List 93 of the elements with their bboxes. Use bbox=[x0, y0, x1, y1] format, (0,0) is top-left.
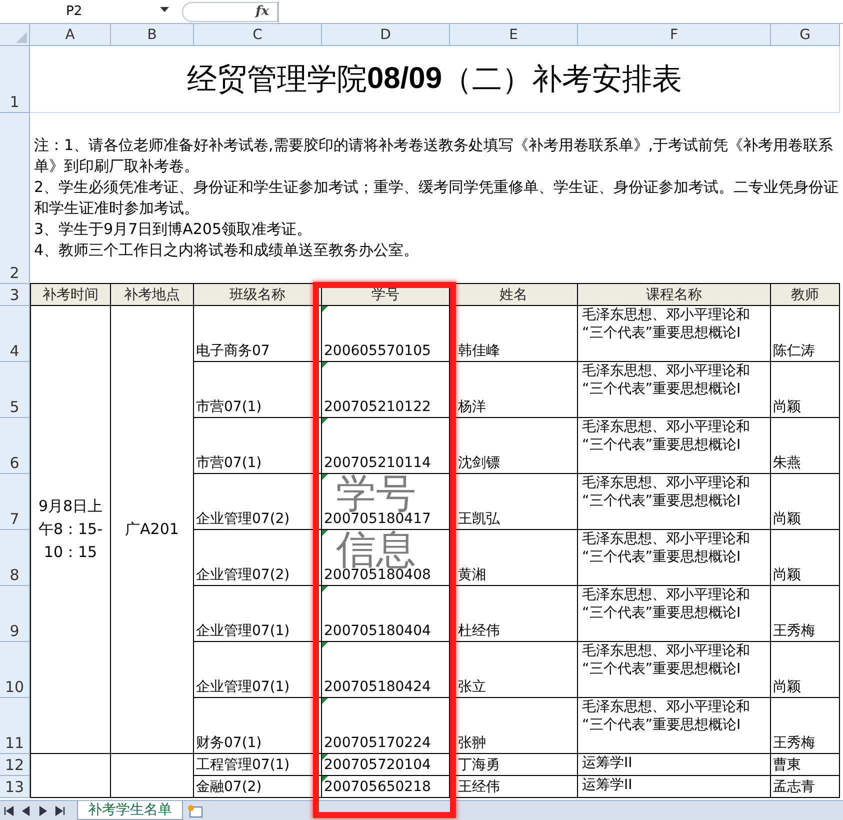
table-cell-text: 王经伟 bbox=[458, 778, 501, 796]
table-cell-text: 200705180408 bbox=[324, 567, 432, 584]
column-header[interactable]: A bbox=[30, 24, 111, 46]
table-cell-text: 曹東 bbox=[773, 756, 802, 774]
table-cell-text: 王秀梅 bbox=[773, 734, 816, 752]
table-cell-text: 黄湘 bbox=[458, 566, 487, 584]
column-header[interactable]: B bbox=[111, 24, 194, 46]
table-cell: 毛泽东思想、邓小平理论和“三个代表”重要思想概论Ⅰ bbox=[582, 418, 750, 454]
table-cell-text: 200705210114 bbox=[324, 454, 432, 472]
table-cell-text: 工程管理07(1) bbox=[196, 756, 291, 774]
table-cell-text: 沈剑镖 bbox=[458, 454, 501, 472]
table-cell: 毛泽东思想、邓小平理论和“三个代表”重要思想概论Ⅰ bbox=[582, 586, 750, 622]
next-sheet-icon[interactable] bbox=[38, 806, 48, 816]
table-cell: 毛泽东思想、邓小平理论和“三个代表”重要思想概论Ⅰ bbox=[582, 530, 750, 566]
table-cell: 广A201 bbox=[111, 306, 194, 754]
table-cell-text: 200705650218 bbox=[324, 778, 432, 796]
table-cell-text: 王秀梅 bbox=[773, 622, 816, 640]
first-sheet-icon[interactable] bbox=[4, 806, 14, 816]
row-header[interactable]: 5 bbox=[0, 362, 30, 418]
sheet-title: 经贸管理学院08/09（二）补考安排表 bbox=[30, 46, 840, 113]
table-cell-text: 200705180417 bbox=[324, 511, 432, 528]
table-cell-text: 尚颖 bbox=[773, 566, 802, 584]
table-cell: 毛泽东思想、邓小平理论和“三个代表”重要思想概论Ⅰ bbox=[582, 362, 750, 398]
table-cell-text: 企业管理07(1) bbox=[196, 622, 291, 640]
table-cell-text: 200705210122 bbox=[324, 398, 432, 416]
table-cell: 毛泽东思想、邓小平理论和“三个代表”重要思想概论Ⅰ bbox=[582, 642, 750, 678]
overlay-label: 信息 bbox=[336, 530, 416, 570]
table-heading: 补考地点 bbox=[111, 284, 194, 306]
table-cell-text: 杨洋 bbox=[458, 398, 487, 416]
table-cell-text: 200605570105 bbox=[324, 342, 432, 360]
row-header[interactable]: 8 bbox=[0, 530, 30, 586]
row-header[interactable]: 6 bbox=[0, 418, 30, 474]
table-cell-text: 企业管理07(2) bbox=[196, 566, 291, 584]
column-header[interactable]: C bbox=[194, 24, 322, 46]
row-header[interactable]: 12 bbox=[0, 754, 30, 776]
table-cell-text: 张立 bbox=[458, 678, 487, 696]
table-cell-text: 电子商务07 bbox=[196, 342, 271, 360]
table-cell-text: 朱燕 bbox=[773, 454, 802, 472]
table-cell-text: 丁海勇 bbox=[458, 756, 501, 774]
table-cell: 毛泽东思想、邓小平理论和“三个代表”重要思想概论Ⅰ bbox=[582, 306, 750, 342]
row-header[interactable]: 2 bbox=[0, 113, 30, 284]
sheet-tab[interactable]: 补考学生名单 bbox=[77, 801, 183, 820]
table-cell-text: 企业管理07(2) bbox=[196, 510, 291, 528]
new-sheet-icon[interactable] bbox=[187, 804, 203, 818]
table-cell-text: 运筹学ⅠⅠ bbox=[582, 776, 634, 794]
column-header[interactable]: G bbox=[771, 24, 840, 46]
table-cell-text: 200705180404 bbox=[324, 622, 432, 640]
note-text: 2、学生必须凭准考证、身份证和学生证参加考试；重学、缓考同学凭重修单、学生证、身份证参加考试。二专业凭身份证和学生证准时参加考试。 bbox=[34, 177, 840, 219]
dropdown-icon[interactable] bbox=[160, 7, 169, 12]
table-cell-text: 财务07(1) bbox=[196, 734, 263, 752]
note-text: 注：1、请各位老师准备好补考试卷,需要胶印的请将补考卷送教务处填写《补考用卷联系单》,于考试前凭《补考用卷联系单》到印刷厂取补考卷。 bbox=[34, 135, 834, 177]
table-cell-text: 杜经伟 bbox=[458, 622, 501, 640]
row-header[interactable]: 11 bbox=[0, 698, 30, 754]
name-box[interactable]: P2 bbox=[0, 2, 170, 22]
table-cell-text: 张翀 bbox=[458, 734, 487, 752]
row-header[interactable]: 4 bbox=[0, 306, 30, 362]
row-header[interactable]: 3 bbox=[0, 284, 30, 306]
table-cell-text: 运筹学ⅠⅠ bbox=[582, 754, 634, 772]
table-cell-text: 企业管理07(1) bbox=[196, 678, 291, 696]
table-heading: 班级名称 bbox=[194, 284, 322, 306]
function-button[interactable]: fx bbox=[182, 2, 278, 22]
row-header[interactable]: 13 bbox=[0, 776, 30, 798]
table-cell-text: 金融07(2) bbox=[196, 778, 263, 796]
table-heading: 课程名称 bbox=[578, 284, 771, 306]
table-cell-text: 尚颖 bbox=[773, 398, 802, 416]
row-header[interactable]: 7 bbox=[0, 474, 30, 530]
table-cell-text: 韩佳峰 bbox=[458, 342, 501, 360]
overlay-label: 学号 bbox=[336, 474, 416, 514]
table-cell-text: 200705180424 bbox=[324, 678, 432, 696]
table-cell: 毛泽东思想、邓小平理论和“三个代表”重要思想概论Ⅰ bbox=[582, 698, 750, 734]
table-heading: 教师 bbox=[771, 284, 840, 306]
table-cell-text: 王凯弘 bbox=[458, 510, 501, 528]
table-cell-text: 尚颖 bbox=[773, 510, 802, 528]
table-cell-text: 市营07(1) bbox=[196, 398, 263, 416]
column-header[interactable]: F bbox=[578, 24, 771, 46]
previous-sheet-icon[interactable] bbox=[21, 806, 31, 816]
note-text: 3、学生于9月7日到博A205领取准考证。 bbox=[34, 219, 313, 240]
table-cell-text: 孟志青 bbox=[773, 778, 816, 796]
table-cell: 9月8日上午8：15-10：15 bbox=[30, 306, 111, 754]
row-header[interactable]: 1 bbox=[0, 46, 30, 113]
table-cell: 毛泽东思想、邓小平理论和“三个代表”重要思想概论Ⅰ bbox=[582, 474, 750, 510]
last-sheet-icon[interactable] bbox=[55, 806, 65, 816]
table-cell-text: 市营07(1) bbox=[196, 454, 263, 472]
table-cell-text: 200705170224 bbox=[324, 734, 432, 752]
row-header[interactable]: 9 bbox=[0, 586, 30, 642]
table-cell-text: 200705720104 bbox=[324, 756, 432, 774]
note-text: 4、教师三个工作日之内将试卷和成绩单送至教务办公室。 bbox=[34, 240, 420, 261]
column-header[interactable]: D bbox=[322, 24, 450, 46]
table-heading: 补考时间 bbox=[30, 284, 111, 306]
table-cell-text: 陈仁涛 bbox=[773, 342, 816, 360]
table-cell-text: 尚颖 bbox=[773, 678, 802, 696]
row-header[interactable]: 10 bbox=[0, 642, 30, 698]
column-header[interactable]: E bbox=[450, 24, 578, 46]
